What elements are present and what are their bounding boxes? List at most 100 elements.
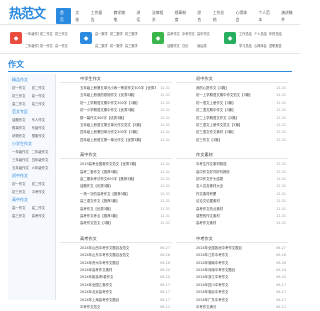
category-link[interactable]: 初二作文 [40, 31, 54, 40]
article-title[interactable]: 初中作文开头结尾 [196, 176, 223, 183]
sidebar-link[interactable]: 高三作文 [32, 101, 52, 106]
article-title[interactable]: 话题作文【优秀3篇】 [80, 183, 113, 190]
sidebar-link[interactable]: 三年级作文 [12, 157, 32, 162]
article-title[interactable]: 初二语文期中作文【3篇】 [196, 107, 235, 114]
article-row[interactable]: 名人名言素材大全 12-31 [176, 183, 288, 190]
nav-item[interactable]: 讲话 [132, 8, 147, 24]
category-icon[interactable]: ◆ [80, 32, 92, 44]
category-icon[interactable]: ◆ [224, 32, 236, 44]
article-title[interactable]: 2024年贵州中考作文题目 [80, 260, 119, 267]
article-title[interactable]: 作文素材积累 [196, 191, 216, 198]
article-title[interactable]: 2024年全国乙卷作文 [80, 282, 112, 289]
article-row[interactable]: 2024年北京高考作文 06-17 [60, 289, 172, 296]
article-row[interactable]: 2024年四川中考作文 06-17 [176, 282, 288, 289]
nav-item[interactable]: 首页 [56, 8, 72, 24]
sidebar-link[interactable]: 高一作文 [12, 205, 32, 210]
article-title[interactable]: 2024年湖北中考作文 [196, 289, 228, 296]
sidebar-link[interactable]: 六年级作文 [32, 165, 52, 170]
article-title[interactable]: 高考二卷作文【推荐3篇】 [80, 169, 119, 176]
article-row[interactable]: 2019高考全国卷作文范文【优秀3篇】 12-31 [60, 161, 172, 168]
article-row[interactable]: 2024年山西中考作文题目及范文 06-27 [60, 245, 172, 252]
nav-item[interactable]: 文秘 [71, 8, 86, 24]
article-title[interactable]: 高考作文考点【推荐3篇】 [80, 213, 119, 220]
nav-item[interactable]: 个人范本 [254, 8, 277, 24]
article-title[interactable]: 高二期末考试作文600字【推荐3篇】 [80, 176, 136, 183]
article-title[interactable]: 高考作文范文【3篇】 [80, 220, 113, 227]
article-title[interactable]: 高考作文【优秀3篇】 [80, 206, 113, 213]
article-row[interactable]: 初一上学期语文期中作文范文【3篇】 12-31 [176, 92, 288, 99]
article-title[interactable]: 2024年四川中考作文 [196, 282, 228, 289]
nav-item[interactable]: 演讲稿件 [277, 8, 300, 24]
article-row[interactable]: 高考作文热点素材 12-31 [176, 206, 288, 213]
article-title[interactable]: 高考作文素材 [196, 220, 216, 227]
category-link[interactable]: 高中作文 [197, 31, 211, 40]
article-row[interactable]: 2024年江苏中考作文 06-26 [176, 252, 288, 259]
sidebar-link[interactable]: 高二作文 [12, 101, 32, 106]
article-row[interactable]: 初一小学期语文期中作文【优秀3篇】 12-31 [60, 107, 172, 114]
article-row[interactable]: 初二语文期中作文【3篇】 12-31 [176, 107, 288, 114]
sidebar-heading[interactable]: 小学生作文 [8, 138, 55, 149]
category-link[interactable]: 学习总结 [239, 43, 253, 52]
article-row[interactable]: 初一上学期语文期中作文300字【3篇】 12-31 [60, 100, 172, 107]
category-link[interactable]: 初三作文 [55, 31, 69, 40]
section-heading[interactable]: 初中作文 [176, 74, 288, 83]
article-row[interactable]: 感恩的作文素材 12-31 [176, 213, 288, 220]
sidebar-link[interactable]: 中考作文 [32, 189, 52, 194]
sidebar-link[interactable]: 四年级作文 [32, 157, 52, 162]
sidebar-link[interactable]: 话题作文 [12, 117, 32, 122]
category-link[interactable]: 读后感 [197, 43, 211, 52]
section-heading[interactable]: 作文素材 [176, 150, 288, 160]
article-title[interactable]: 2024年北京高考作文 [80, 289, 112, 296]
sidebar-link[interactable]: 初一作文 [12, 85, 32, 90]
category-link[interactable]: 高考作文 [167, 31, 181, 40]
article-title[interactable]: 2024年全国各地中考作文题目 [196, 245, 242, 252]
article-row[interactable]: 2024年高考作文素材 06-24 [60, 267, 172, 274]
sidebar-link[interactable]: 状物作文 [12, 133, 32, 138]
category-link[interactable]: 二年级作文 [25, 43, 39, 52]
article-row[interactable]: 2024年山东中考作文题目及范文 06-26 [60, 252, 172, 259]
article-title[interactable]: 2024年浙江中考作文 [196, 274, 228, 281]
article-row[interactable]: 一场一次的高考作文【推荐3篇】 12-31 [60, 191, 172, 198]
sidebar-heading[interactable]: 精品作文 [8, 74, 55, 85]
article-row[interactable]: 2024年河南中考作文题目 06-24 [176, 267, 288, 274]
article-title[interactable]: 感恩的作文素材 [196, 213, 220, 220]
article-title[interactable]: 四年级上册语文第一单元作文【优秀3篇】 [80, 137, 143, 144]
sidebar-link[interactable]: 初二作文 [32, 181, 52, 186]
article-title[interactable]: 名人名言素材大全 [196, 183, 223, 190]
article-title[interactable]: 高考作文热点素材 [196, 206, 223, 213]
article-row[interactable]: 2024年新高考I卷作文 06-20 [60, 274, 172, 281]
article-row[interactable]: 2024年全国乙卷作文 06-17 [60, 282, 172, 289]
section-heading[interactable]: 高考作文 [60, 234, 172, 243]
sidebar-link[interactable]: 初一作文 [12, 181, 32, 186]
category-link[interactable]: 年终总结 [269, 31, 283, 40]
article-row[interactable]: 中考作文范文 06-12 [60, 304, 172, 311]
article-title[interactable]: 中考作文范文 [80, 304, 100, 311]
sidebar-heading[interactable]: 高中作文 [8, 194, 55, 205]
article-title[interactable]: 四年级上册第四单元作文300字【3篇】 [80, 129, 140, 136]
nav-item[interactable]: 法律相关 [148, 8, 171, 24]
article-title[interactable]: 初一语文上册作文【3篇】 [196, 100, 235, 107]
article-title[interactable]: 高中作文好词好句摘抄 [196, 169, 230, 176]
sidebar-link[interactable]: 二年级作文 [32, 149, 52, 154]
article-row[interactable]: 五年级上册我的烦恼作文【优秀3篇】 12-31 [60, 92, 172, 99]
article-row[interactable]: 那一幕作文400字【优秀3篇】 12-31 [60, 115, 172, 122]
article-row[interactable]: 四年级上册第四单元作文300字【3篇】 12-31 [60, 129, 172, 136]
category-link[interactable]: 高二数学 [95, 43, 109, 52]
category-link[interactable]: 一年级作文 [25, 31, 39, 40]
article-title[interactable]: 我的心愿作文【3篇】 [196, 85, 229, 92]
article-row[interactable]: 高三语文作文【推荐3篇】 12-31 [60, 198, 172, 205]
article-row[interactable]: 初中作文开头结尾 12-31 [176, 176, 288, 183]
article-title[interactable]: 一场一次的高考作文【推荐3篇】 [80, 191, 130, 198]
article-title[interactable]: 2024年山西中考作文题目及范文 [80, 245, 129, 252]
article-row[interactable]: 作文素材积累 12-31 [176, 191, 288, 198]
article-title[interactable]: 初一上学期语文期中作文300字【3篇】 [80, 100, 140, 107]
article-row[interactable]: 2024年广东中考作文 06-17 [176, 297, 288, 304]
sidebar-link[interactable]: 写景作文 [32, 125, 52, 130]
article-title[interactable]: 五年级上册第五单元小练一等奖作文300字【优秀3篇】 [80, 85, 156, 92]
article-row[interactable]: 初二上学期语文作文【3篇】 12-31 [176, 115, 288, 122]
article-row[interactable]: 五年级上册语文第五单元作文范文【3篇】 12-31 [60, 122, 172, 129]
article-title[interactable]: 中考作文满分 [196, 304, 216, 311]
sidebar-link[interactable]: 初三作文 [12, 189, 32, 194]
nav-item[interactable]: 工作总结 [209, 8, 232, 24]
category-link[interactable]: 心得体会 [254, 43, 268, 52]
